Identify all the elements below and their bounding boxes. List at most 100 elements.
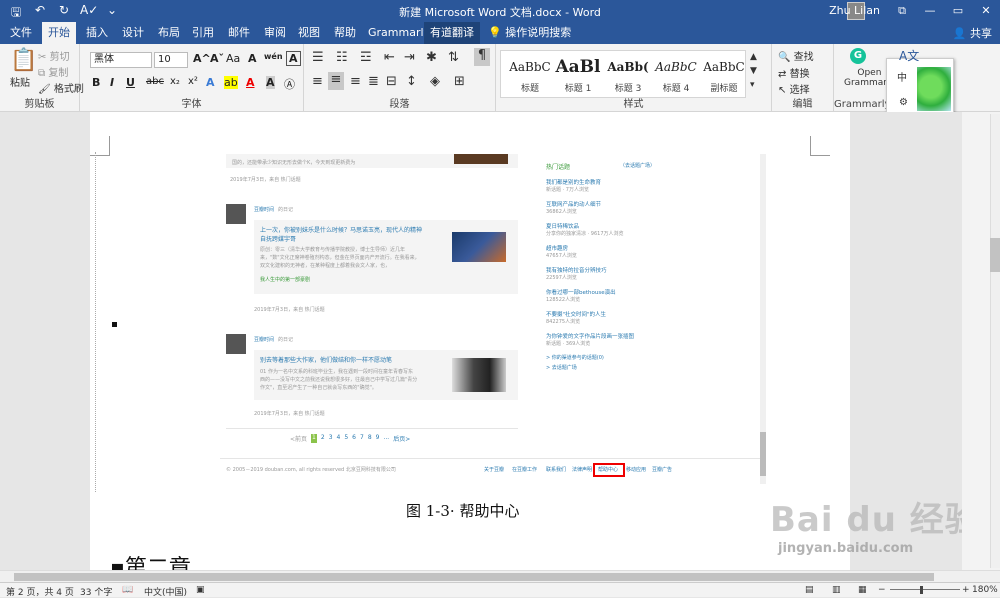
- style-subtitle[interactable]: AaBbC 副标题: [697, 53, 751, 94]
- styles-scroll-up-icon[interactable]: ▲: [750, 52, 757, 62]
- topics-square-link[interactable]: > 去话题广场: [546, 364, 577, 371]
- zoom-slider-thumb[interactable]: [920, 586, 923, 594]
- page-count[interactable]: 第 2 页，共 4 页: [6, 585, 74, 598]
- read-mode-icon[interactable]: ▤: [805, 585, 814, 595]
- change-case-button[interactable]: Aa: [226, 52, 240, 65]
- language-indicator[interactable]: 中文(中国): [144, 585, 187, 598]
- embedded-screenshot[interactable]: 国的，还能带承少知识无形去做个K，今天到现更新费为 2019年7月3日，来自 热…: [220, 154, 770, 496]
- subscript-button[interactable]: x₂: [170, 76, 180, 87]
- topic-link[interactable]: 夏日特稀饮品: [546, 222, 579, 230]
- chinese-layout-icon[interactable]: ✱: [426, 50, 437, 65]
- topics-square-link[interactable]: （去话题广场）: [620, 162, 655, 169]
- tell-me-search[interactable]: 💡 操作说明搜索: [482, 22, 577, 44]
- tab-home[interactable]: 开始: [42, 22, 76, 44]
- bold-button[interactable]: B: [92, 76, 100, 89]
- show-marks-icon[interactable]: ¶: [474, 48, 490, 66]
- next-page-link[interactable]: 后页>: [393, 434, 410, 443]
- chapter-heading[interactable]: ▪第二章: [110, 550, 191, 570]
- translate-icon[interactable]: A文: [899, 47, 919, 64]
- minimize-button[interactable]: —: [916, 0, 944, 22]
- underline-button[interactable]: U: [126, 76, 135, 89]
- page-link[interactable]: 8: [368, 434, 372, 443]
- tab-review[interactable]: 审阅: [258, 22, 292, 44]
- page-link[interactable]: 2: [321, 434, 325, 443]
- styles-scroll-down-icon[interactable]: ▼: [750, 66, 757, 76]
- borders-icon[interactable]: ⊞: [454, 74, 465, 89]
- page-link[interactable]: 5: [344, 434, 348, 443]
- grow-font-button[interactable]: A^: [193, 52, 211, 65]
- word-count[interactable]: 33 个字: [80, 585, 112, 598]
- tab-mailings[interactable]: 邮件: [222, 22, 256, 44]
- strikethrough-button[interactable]: abc: [146, 76, 164, 87]
- distribute-icon[interactable]: ⊟: [386, 74, 397, 89]
- increase-indent-icon[interactable]: ⇥: [404, 50, 415, 65]
- horizontal-scrollbar-thumb[interactable]: [14, 573, 934, 581]
- font-name-select[interactable]: 黑体: [90, 52, 152, 68]
- tab-view[interactable]: 视图: [292, 22, 326, 44]
- topic-link[interactable]: 我们都是别的生命教育: [546, 178, 601, 186]
- copy-button[interactable]: ⧉ 复制: [38, 64, 68, 79]
- char-shading-button[interactable]: A: [266, 76, 275, 89]
- justify-icon[interactable]: ≣: [368, 74, 379, 89]
- share-button[interactable]: 👤 共享: [953, 25, 992, 41]
- phonetic-guide-button[interactable]: wén: [264, 52, 283, 61]
- sort-icon[interactable]: ⇅: [448, 50, 459, 65]
- enclose-char-button[interactable]: Ⓐ: [284, 76, 295, 92]
- paste-button[interactable]: 粘贴: [10, 74, 30, 89]
- cut-button[interactable]: ✂ 剪切: [38, 48, 70, 63]
- topic-link[interactable]: 不要摄"社交时间"的人生: [546, 310, 606, 318]
- zoom-slider[interactable]: [890, 589, 960, 590]
- tab-file[interactable]: 文件: [4, 22, 38, 44]
- tab-help[interactable]: 帮助: [328, 22, 362, 44]
- vertical-scrollbar[interactable]: [990, 114, 1000, 568]
- text-effects-button[interactable]: A: [206, 76, 215, 89]
- tab-references[interactable]: 引用: [186, 22, 220, 44]
- page-link[interactable]: 6: [352, 434, 356, 443]
- bullets-icon[interactable]: ☰: [312, 50, 324, 65]
- paste-icon[interactable]: 📋: [10, 48, 37, 73]
- italic-button[interactable]: I: [110, 76, 114, 89]
- zoom-in-icon[interactable]: +: [962, 585, 970, 595]
- topic-link[interactable]: 你看过哪一部bethouse演出: [546, 288, 616, 296]
- tab-insert[interactable]: 插入: [80, 22, 114, 44]
- gear-icon[interactable]: ⚙: [899, 97, 908, 108]
- footer-link[interactable]: 联系我们: [546, 466, 566, 473]
- web-layout-icon[interactable]: ▦: [858, 585, 867, 595]
- ribbon-display-icon[interactable]: ⧉: [888, 0, 916, 22]
- close-button[interactable]: ✕: [972, 0, 1000, 22]
- maximize-button[interactable]: ▭: [944, 0, 972, 22]
- topic-link[interactable]: 我有独特的拉音分辨技巧: [546, 266, 607, 274]
- clear-format-button[interactable]: A: [248, 52, 257, 65]
- footer-link[interactable]: 移动应用: [626, 466, 646, 473]
- page-link[interactable]: 9: [376, 434, 380, 443]
- footer-link[interactable]: 关于豆瓣: [484, 466, 504, 473]
- print-layout-icon[interactable]: ▥: [832, 585, 841, 595]
- style-heading-4[interactable]: AaBbC 标题 4: [649, 53, 703, 94]
- topic-link[interactable]: 超市趣房: [546, 244, 568, 252]
- vertical-scrollbar-thumb[interactable]: [990, 238, 1000, 272]
- align-left-icon[interactable]: ≡: [312, 74, 323, 89]
- page-link[interactable]: 7: [360, 434, 364, 443]
- zoom-out-icon[interactable]: −: [878, 585, 886, 595]
- tab-youdao-translate[interactable]: 有道翻译: [424, 22, 480, 44]
- horizontal-scrollbar[interactable]: [0, 570, 1000, 582]
- align-right-icon[interactable]: ≡: [350, 74, 361, 89]
- style-heading-1[interactable]: AaBl 标题 1: [551, 53, 605, 94]
- char-border-button[interactable]: A: [286, 51, 301, 66]
- page-link[interactable]: 1: [311, 434, 317, 443]
- topic-link[interactable]: 互联网产品的动人细节: [546, 200, 601, 208]
- page-link[interactable]: 4: [337, 434, 341, 443]
- macro-icon[interactable]: ▣: [196, 585, 205, 595]
- font-size-select[interactable]: 10: [154, 52, 188, 68]
- post-title[interactable]: 自抚跨媒宇哥: [260, 234, 296, 243]
- post-title[interactable]: 别去等着那些大作家，他们做结和你一样不愿动笔: [260, 355, 392, 364]
- zoom-level[interactable]: 180%: [972, 585, 998, 595]
- shading-icon[interactable]: ◈: [430, 74, 440, 89]
- select-button[interactable]: ↖ 选择: [778, 81, 810, 96]
- tab-design[interactable]: 设计: [116, 22, 150, 44]
- multilevel-list-icon[interactable]: ☲: [360, 50, 372, 65]
- decrease-indent-icon[interactable]: ⇤: [384, 50, 395, 65]
- topic-link[interactable]: 为你钟爱的文字作品片段画一张插图: [546, 332, 634, 340]
- superscript-button[interactable]: x²: [188, 76, 198, 87]
- replace-button[interactable]: ⇄ 替换: [778, 65, 810, 80]
